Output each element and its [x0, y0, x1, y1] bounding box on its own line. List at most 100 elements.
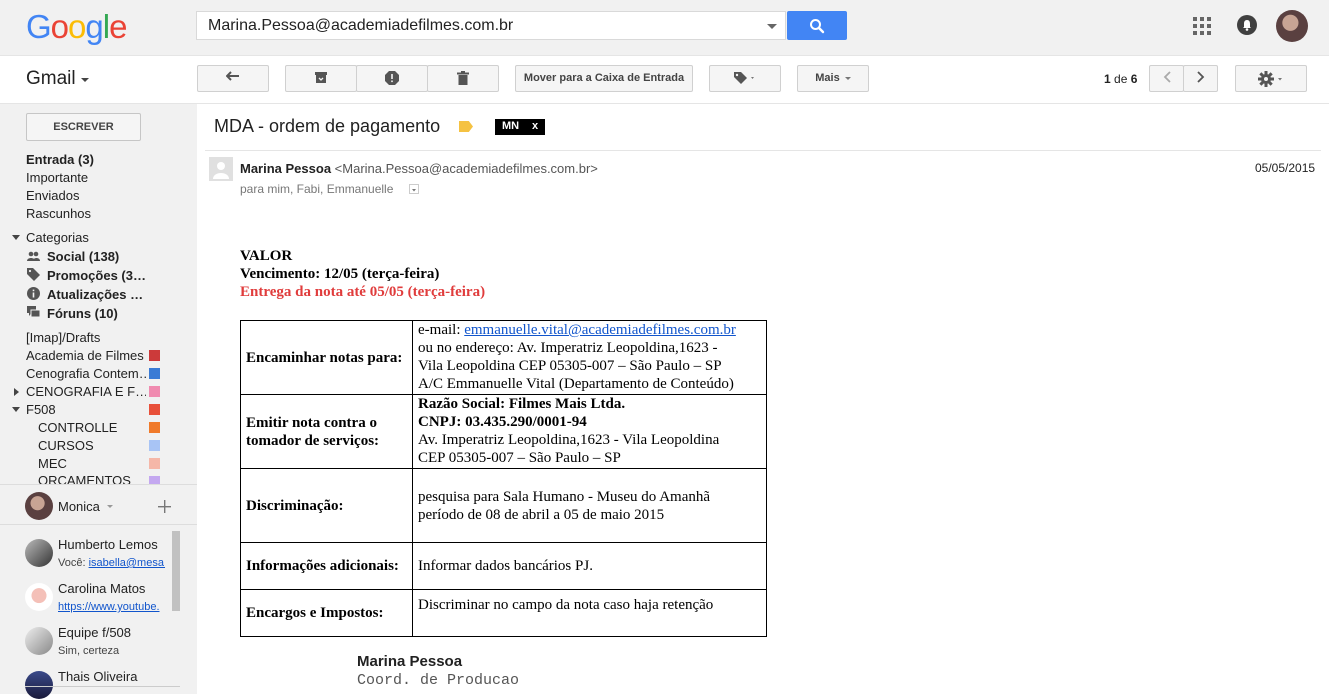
archive-button[interactable] [285, 65, 357, 92]
sender-avatar[interactable] [209, 157, 233, 181]
label-color-swatch[interactable] [149, 386, 160, 397]
back-button[interactable] [197, 65, 269, 92]
hangouts-footer-divider [25, 686, 180, 687]
move-to-inbox-button[interactable]: Mover para a Caixa de Entrada [515, 65, 693, 92]
contact-avatar[interactable] [25, 539, 53, 567]
importance-marker-icon[interactable] [459, 121, 473, 132]
remove-label-button[interactable]: x [532, 120, 538, 132]
contact-snippet[interactable]: Sim, certeza [58, 645, 165, 657]
label-color-swatch[interactable] [149, 422, 160, 433]
more-button[interactable]: Mais [797, 65, 869, 92]
label-color-swatch[interactable] [149, 476, 160, 484]
contact-snippet[interactable]: https://www.youtube. [58, 601, 165, 613]
nav-categories[interactable]: Categorias [26, 230, 89, 245]
account-avatar[interactable] [1276, 10, 1308, 42]
cell-line: Discriminar no campo da nota caso haja r… [418, 597, 714, 613]
search-box[interactable] [196, 11, 786, 40]
nav-promotions[interactable]: Promoções (3… [47, 268, 147, 283]
label-cenografia-e-f[interactable]: CENOGRAFIA E F… [26, 384, 146, 399]
contact-avatar[interactable] [25, 627, 53, 655]
cell-line: Razão Social: Filmes Mais Ltda. [418, 396, 626, 412]
pager-current: 1 [1104, 72, 1111, 86]
label-color-swatch[interactable] [149, 404, 160, 415]
label-chip[interactable]: MN x [495, 119, 545, 135]
contact-name[interactable]: Equipe f/508 [58, 625, 131, 640]
label-imap-drafts[interactable]: [Imap]/Drafts [26, 330, 100, 345]
apps-grid-icon[interactable] [1193, 17, 1211, 35]
sender-name[interactable]: Marina Pessoa [240, 161, 331, 176]
body-value-heading: VALOR [240, 248, 293, 264]
label-orcamentos[interactable]: ORCAMENTOS [38, 473, 131, 484]
label-color-swatch[interactable] [149, 350, 160, 361]
search-input[interactable] [206, 16, 760, 36]
contact-name[interactable]: Humberto Lemos [58, 537, 158, 552]
label-color-swatch[interactable] [149, 440, 160, 451]
label-controlle[interactable]: CONTROLLE [38, 420, 117, 435]
table-value-cell: Razão Social: Filmes Mais Ltda. CNPJ: 03… [412, 394, 767, 469]
google-logo[interactable]: Google [26, 8, 127, 46]
table-row: Discriminação: pesquisa para Sala Humano… [240, 468, 767, 543]
expand-label-icon[interactable] [14, 388, 19, 396]
body-due-date: Vencimento: 12/05 (terça-feira) [240, 266, 440, 282]
notifications-icon[interactable] [1237, 15, 1257, 35]
cell-line: A/C Emmanuelle Vital (Departamento de Co… [418, 376, 734, 392]
hangouts-self-name[interactable]: Monica [58, 499, 100, 514]
nav-forums[interactable]: Fóruns (10) [47, 306, 147, 321]
trash-icon [457, 71, 469, 85]
search-button[interactable] [787, 11, 847, 40]
label-icon [734, 72, 754, 84]
nav-social[interactable]: Social (138) [47, 249, 147, 264]
hangouts-scrollbar[interactable] [172, 531, 180, 611]
collapse-label-icon[interactable] [12, 407, 20, 412]
contact-snippet[interactable]: Você: isabella@mesa. [58, 557, 165, 569]
info-icon [27, 287, 40, 300]
labels-button[interactable] [709, 65, 781, 92]
email-date: 05/05/2015 [1255, 161, 1316, 175]
table-value-cell: pesquisa para Sala Humano - Museu do Ama… [412, 468, 767, 543]
search-options-icon[interactable] [767, 24, 777, 29]
table-value-cell: e-mail: emmanuelle.vital@academiadefilme… [412, 320, 767, 395]
label-academia[interactable]: Academia de Filmes [26, 348, 144, 363]
email-link[interactable]: emmanuelle.vital@academiadefilmes.com.br [464, 322, 736, 338]
gmail-menu[interactable]: Gmail [26, 68, 76, 90]
contact-name[interactable]: Carolina Matos [58, 581, 145, 596]
nav-sent[interactable]: Enviados [26, 188, 79, 203]
nav-drafts[interactable]: Rascunhos [26, 206, 91, 221]
tag-icon [27, 268, 40, 281]
hangouts-self-avatar[interactable] [25, 492, 53, 520]
chevron-down-icon[interactable] [81, 78, 89, 82]
newer-button[interactable] [1149, 65, 1184, 92]
older-button[interactable] [1183, 65, 1218, 92]
label-cursos[interactable]: CURSOS [38, 438, 94, 453]
snippet-link[interactable]: isabella@mesa. [89, 557, 165, 569]
report-spam-button[interactable] [356, 65, 428, 92]
contact-name[interactable]: Thais Oliveira [58, 669, 137, 684]
signature-name: Marina Pessoa [357, 653, 463, 670]
payment-table: Encaminhar notas para: e-mail: emmanuell… [240, 320, 767, 637]
label-color-swatch[interactable] [149, 458, 160, 469]
contact-avatar[interactable] [25, 671, 53, 699]
snippet-link[interactable]: https://www.youtube. [58, 601, 160, 613]
email-subject: MDA - ordem de pagamento [214, 116, 441, 136]
nav-updates[interactable]: Atualizações (… [47, 287, 147, 302]
label-f508[interactable]: F508 [26, 402, 56, 417]
compose-button[interactable]: ESCREVER [26, 113, 141, 141]
nav-inbox[interactable]: Entrada (3) [26, 152, 94, 167]
contact-avatar[interactable] [25, 583, 53, 611]
nav-important[interactable]: Importante [26, 170, 88, 185]
delete-button[interactable] [427, 65, 499, 92]
chevron-left-icon [1163, 71, 1171, 83]
table-value-cell: Informar dados bancários PJ. [412, 542, 767, 590]
show-details-button[interactable] [409, 184, 419, 194]
table-row: Encargos e Impostos: Discriminar no camp… [240, 589, 767, 637]
table-header-cell: Emitir nota contra o tomador de serviços… [240, 394, 413, 469]
label-color-swatch[interactable] [149, 368, 160, 379]
chevron-down-icon[interactable] [107, 505, 113, 508]
label-cenografia-contem[interactable]: Cenografia Contem… [26, 366, 146, 381]
expand-categories-icon[interactable] [12, 235, 20, 240]
table-header-cell: Encargos e Impostos: [240, 589, 413, 637]
archive-icon [315, 72, 327, 83]
add-icon[interactable] [158, 500, 171, 513]
settings-button[interactable] [1235, 65, 1307, 92]
label-mec[interactable]: MEC [38, 456, 67, 471]
